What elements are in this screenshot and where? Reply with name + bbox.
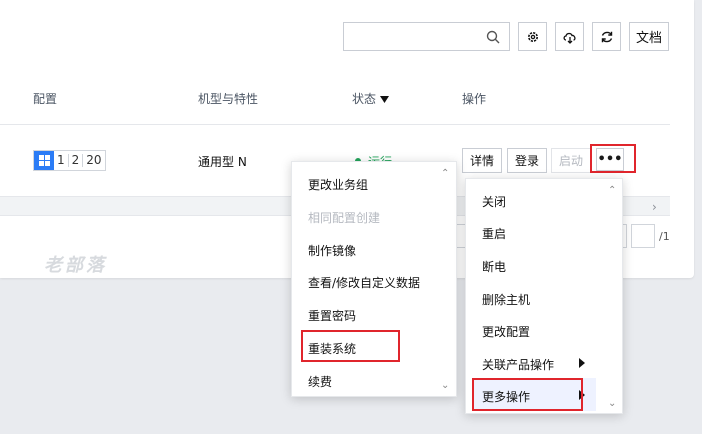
menu-item-create-same-config[interactable]: 相同配置创建	[308, 209, 380, 226]
menu-item-reset-password[interactable]: 重置密码	[308, 307, 356, 324]
scroll-down-icon[interactable]: ⌄	[441, 380, 449, 391]
page-total: /1	[659, 230, 670, 243]
menu-item-delete-host[interactable]: 删除主机	[482, 291, 530, 308]
login-button[interactable]: 登录	[507, 148, 547, 173]
detail-button[interactable]: 详情	[462, 148, 502, 173]
search-icon	[486, 30, 500, 44]
scroll-right-icon[interactable]: ›	[652, 200, 657, 214]
page-number-input[interactable]	[631, 224, 655, 248]
menu-item-custom-data[interactable]: 查看/修改自定义数据	[308, 274, 420, 291]
refresh-button[interactable]	[592, 22, 621, 51]
column-header-status[interactable]: 状态	[352, 90, 389, 107]
start-button[interactable]: 启动	[551, 148, 591, 173]
column-header-config: 配置	[33, 92, 58, 106]
config-cpu: 1	[57, 153, 65, 167]
filter-icon[interactable]	[379, 95, 389, 104]
menu-item-related-products[interactable]: 关联产品操作	[482, 356, 554, 373]
scroll-down-icon[interactable]: ⌄	[608, 398, 616, 409]
menu-item-create-image[interactable]: 制作镜像	[308, 242, 356, 259]
highlight-box	[301, 330, 400, 362]
scroll-up-icon[interactable]: ⌃	[608, 185, 616, 196]
scroll-up-icon[interactable]: ⌃	[441, 168, 449, 179]
menu-item-power-off[interactable]: 断电	[482, 258, 506, 275]
download-button[interactable]	[555, 22, 584, 51]
status-header-label: 状态	[352, 92, 377, 106]
watermark: 老部落	[44, 255, 107, 276]
cloud-download-icon	[562, 32, 576, 44]
highlight-box	[590, 144, 636, 173]
windows-icon	[34, 151, 54, 170]
gear-icon	[527, 31, 538, 42]
model-text: 通用型 N	[198, 155, 247, 169]
column-header-model: 机型与特性	[198, 92, 259, 106]
config-memory: 2	[71, 153, 80, 167]
header-divider	[0, 124, 670, 125]
menu-item-change-business-group[interactable]: 更改业务组	[308, 176, 368, 193]
menu-item-change-config[interactable]: 更改配置	[482, 323, 530, 340]
settings-button[interactable]	[518, 22, 547, 51]
config-badge: 1 2 20	[33, 150, 106, 171]
submenu-arrow-icon	[579, 358, 585, 368]
docs-button[interactable]: 文档	[629, 22, 669, 51]
menu-item-shutdown[interactable]: 关闭	[482, 193, 506, 210]
highlight-box	[472, 378, 583, 411]
menu-item-restart[interactable]: 重启	[482, 225, 506, 242]
menu-item-renew[interactable]: 续费	[308, 373, 332, 390]
search-input[interactable]	[343, 22, 510, 51]
refresh-icon	[601, 31, 612, 42]
config-bandwidth: 20	[86, 153, 102, 167]
column-header-actions: 操作	[462, 92, 487, 106]
